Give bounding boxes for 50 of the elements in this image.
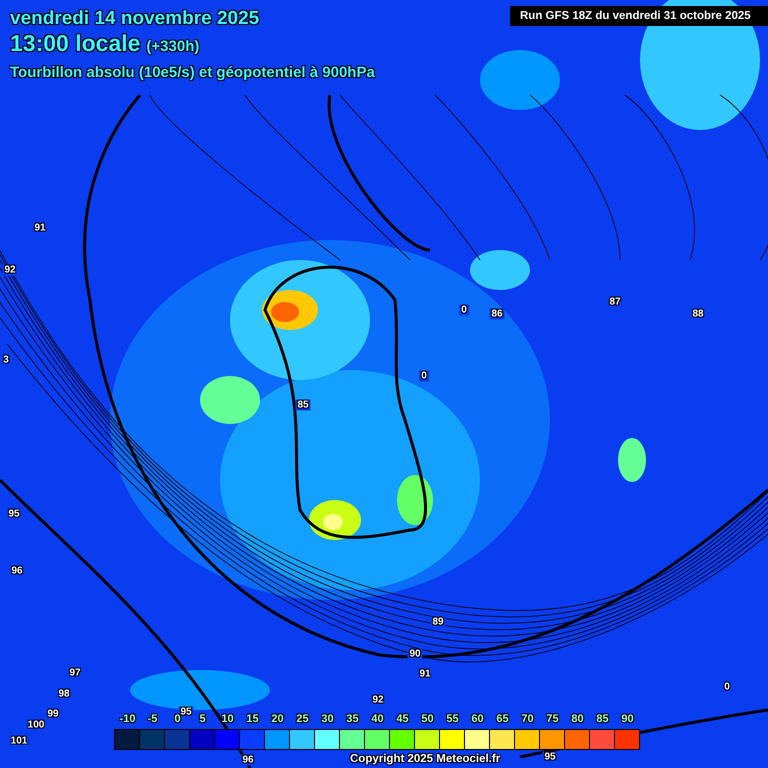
contour-label: 96: [240, 754, 256, 766]
legend-label: 45: [395, 713, 410, 725]
contour-label: 97: [67, 668, 83, 678]
contour-label: 100: [26, 720, 46, 730]
legend-label: 70: [520, 713, 535, 725]
contour-label: 98: [56, 688, 72, 700]
legend-label: 20: [270, 713, 285, 725]
contour-label: 86: [489, 308, 505, 320]
legend-label: 55: [445, 713, 460, 725]
forecast-offset: (+330h): [146, 38, 200, 55]
legend-label: 80: [570, 713, 585, 725]
legend-label: 5: [198, 713, 207, 725]
legend-label: 75: [545, 713, 560, 725]
legend-label: 50: [420, 713, 435, 725]
legend-label: 10: [220, 713, 235, 725]
contour-label: 0: [722, 682, 732, 692]
legend-label: -5: [146, 713, 158, 725]
map-subtitle: Tourbillon absolu (10e5/s) et géopotentiel à 900hPa: [10, 64, 375, 81]
legend-label: 25: [295, 713, 310, 725]
legend-label: 15: [245, 713, 260, 725]
contour-label: 99: [45, 708, 61, 720]
legend-label: 35: [345, 713, 360, 725]
contour-label: 95: [6, 508, 22, 520]
contour-label: 89: [430, 616, 446, 628]
contour-label: 92: [370, 694, 386, 706]
forecast-time: 13:00 locale: [10, 30, 140, 56]
legend-label: 60: [470, 713, 485, 725]
contour-label: 92: [2, 264, 18, 276]
contour-label: 90: [407, 648, 423, 660]
legend-label: 85: [595, 713, 610, 725]
contour-label: 0: [419, 370, 429, 382]
contour-label: 95: [542, 752, 558, 762]
legend-label: 90: [620, 713, 635, 725]
contour-label: 91: [32, 222, 48, 234]
contour-label: 85: [295, 400, 311, 410]
contour-label: 0: [459, 304, 469, 316]
contour-label: 101: [8, 736, 30, 746]
legend-label: 0: [173, 713, 181, 725]
contour-label: 87: [607, 296, 623, 308]
contour-label: 3: [1, 354, 11, 366]
forecast-date: vendredi 14 novembre 2025: [10, 8, 260, 30]
copyright-text: Copyright 2025 Meteociel.fr: [350, 753, 500, 765]
legend-label: 30: [320, 713, 335, 725]
run-label: Run GFS 18Z du vendredi 31 octobre 2025: [510, 6, 768, 26]
legend-label: 65: [495, 713, 510, 725]
legend-label: -10: [118, 713, 136, 725]
contour-label: 88: [690, 308, 706, 320]
contour-label: 91: [417, 668, 433, 680]
contour-label: 96: [9, 566, 25, 576]
legend-label: 40: [370, 713, 385, 725]
